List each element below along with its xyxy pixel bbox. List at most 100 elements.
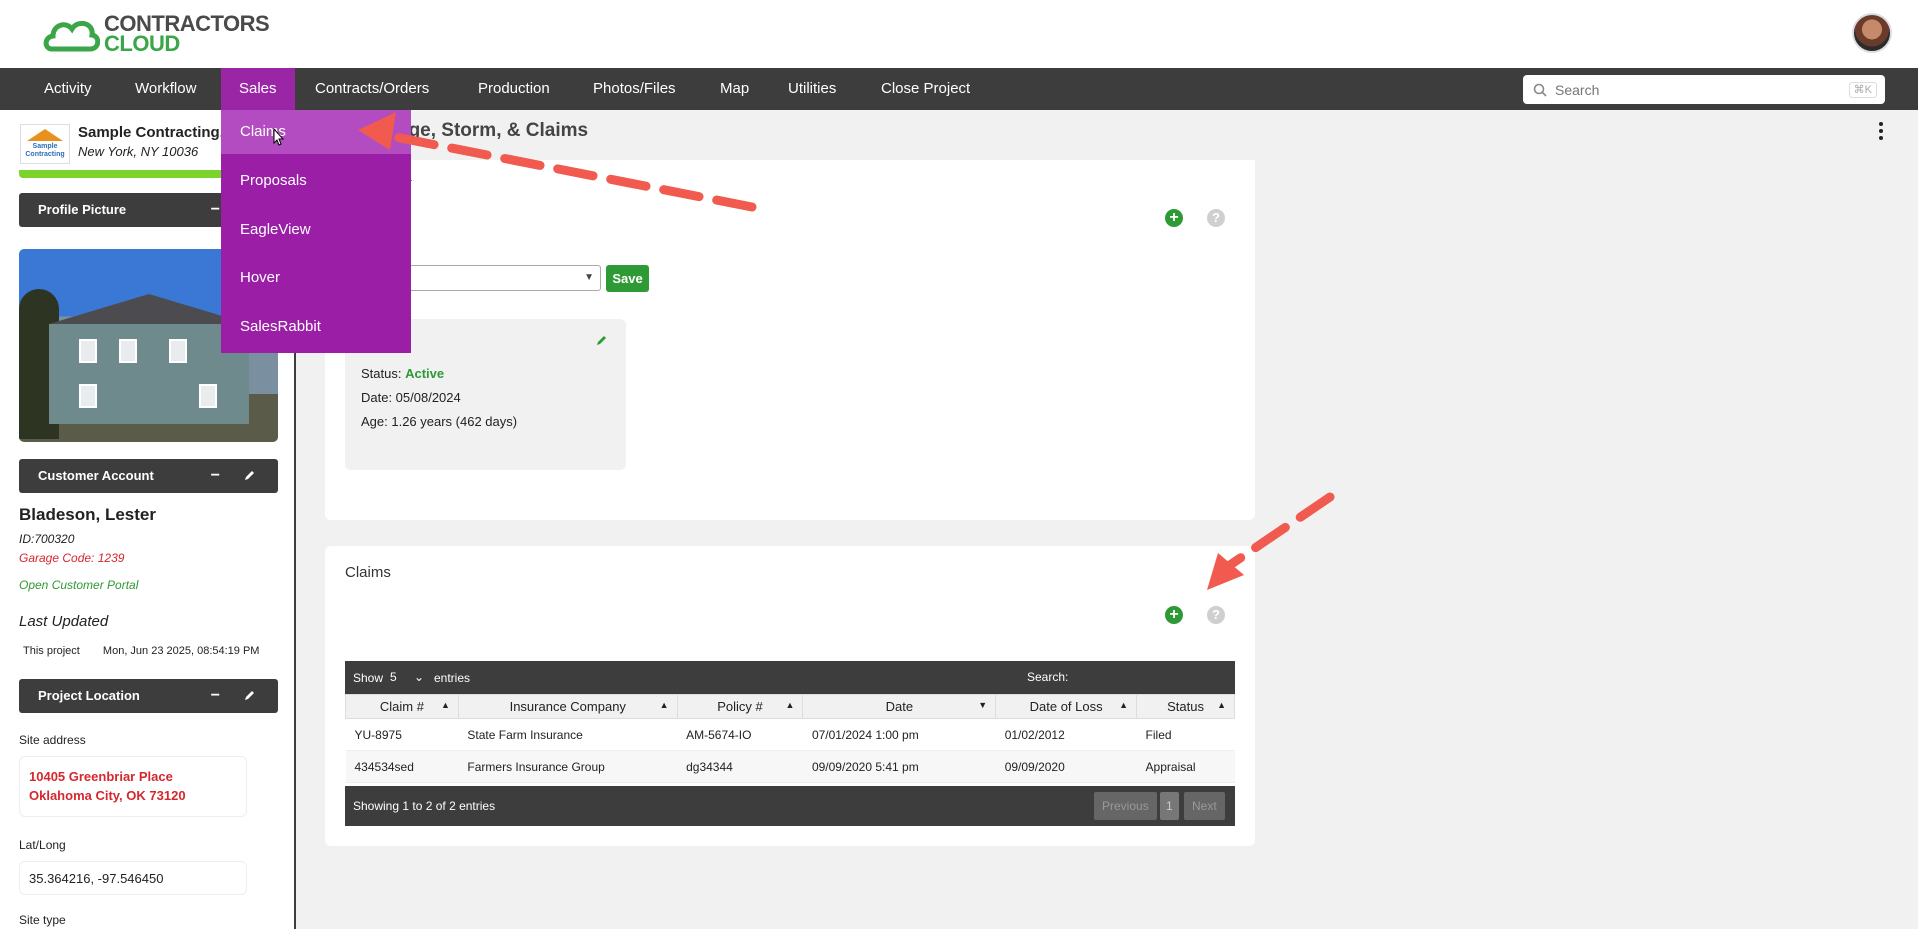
status-cell: Filed bbox=[1136, 718, 1235, 751]
col-status[interactable]: Status ▲ bbox=[1136, 694, 1235, 719]
sort-icon: ▲ bbox=[659, 700, 669, 710]
table-row[interactable]: 434534sed Farmers Insurance Group dg3434… bbox=[345, 750, 1235, 783]
menu-item-proposals[interactable]: Proposals bbox=[221, 159, 411, 203]
address-line-2: Oklahoma City, OK 73120 bbox=[29, 788, 186, 803]
nav-activity[interactable]: Activity bbox=[26, 68, 110, 110]
column-header-label: Policy # bbox=[717, 699, 763, 714]
column-header-label: Claim # bbox=[379, 699, 424, 714]
contractors-cloud-logo[interactable]: CONTRACTORS CLOUD bbox=[42, 13, 270, 56]
col-date[interactable]: Date ▼ bbox=[802, 694, 997, 719]
search-icon bbox=[1533, 83, 1547, 97]
company-logo-text: Sample Contracting bbox=[25, 143, 65, 158]
policy-number-cell: AM-5674-IO bbox=[677, 718, 803, 751]
col-claim-number[interactable]: Claim # ▲ bbox=[345, 694, 459, 719]
nav-contracts-orders[interactable]: Contracts/Orders bbox=[297, 68, 447, 110]
page-size-value: 5 bbox=[390, 670, 397, 684]
entries-label: entries bbox=[434, 671, 471, 685]
table-search-label: Search: bbox=[1027, 670, 1069, 684]
status-line: Status: Active bbox=[361, 362, 610, 386]
date-of-loss-cell: 01/02/2012 bbox=[995, 718, 1137, 751]
insurance-company-cell: State Farm Insurance bbox=[458, 718, 678, 751]
search-shortcut: ⌘K bbox=[1848, 82, 1877, 98]
nav-close-project[interactable]: Close Project bbox=[863, 68, 988, 110]
chevron-down-icon: ⌄ bbox=[414, 670, 425, 684]
logo-line-2: CLOUD bbox=[104, 31, 180, 56]
menu-item-claims[interactable]: Claims bbox=[221, 110, 411, 154]
main-nav: Activity Workflow Sales Contracts/Orders… bbox=[0, 68, 1918, 110]
date-of-loss-cell: 09/09/2020 bbox=[995, 750, 1137, 783]
this-project-label: This project bbox=[23, 645, 80, 657]
chevron-down-icon: ▼ bbox=[584, 272, 594, 283]
site-address-label: Site address bbox=[19, 733, 86, 747]
col-insurance-company[interactable]: Insurance Company ▲ bbox=[457, 694, 678, 719]
previous-button[interactable]: Previous bbox=[1094, 792, 1157, 820]
col-date-of-loss[interactable]: Date of Loss ▲ bbox=[995, 694, 1138, 719]
collapse-icon[interactable]: − bbox=[211, 193, 220, 227]
last-updated-label: Last Updated bbox=[19, 613, 109, 630]
customer-portal-link[interactable]: Open Customer Portal bbox=[19, 578, 138, 592]
company-name: Sample Contracting, bbox=[78, 124, 224, 141]
user-avatar[interactable] bbox=[1852, 13, 1892, 53]
project-location-panel-title: Project Location bbox=[38, 688, 140, 703]
company-header: Sample Contracting Sample Contracting, N… bbox=[20, 124, 224, 164]
pencil-icon[interactable] bbox=[596, 334, 608, 346]
add-icon[interactable]: + bbox=[1165, 209, 1183, 227]
sort-icon: ▼ bbox=[978, 700, 988, 710]
table-info: Showing 1 to 2 of 2 entries bbox=[353, 799, 496, 813]
column-header-label: Date bbox=[885, 699, 914, 714]
help-icon[interactable]: ? bbox=[1207, 209, 1225, 227]
policy-number-cell: dg34344 bbox=[677, 750, 803, 783]
next-button[interactable]: Next bbox=[1184, 792, 1225, 820]
nav-photos-files[interactable]: Photos/Files bbox=[575, 68, 694, 110]
table-row[interactable]: YU-8975 State Farm Insurance AM-5674-IO … bbox=[345, 718, 1235, 751]
customer-id: ID:700320 bbox=[19, 532, 75, 546]
claims-title: Claims bbox=[345, 564, 391, 581]
search-input[interactable] bbox=[1555, 81, 1835, 98]
menu-item-salesrabbit[interactable]: SalesRabbit bbox=[221, 305, 411, 349]
date-line: Date: 05/08/2024 bbox=[361, 390, 461, 405]
nav-sales[interactable]: Sales bbox=[221, 68, 295, 110]
customer-account-panel-title: Customer Account bbox=[38, 468, 154, 483]
age-line: Age: 1.26 years (462 days) bbox=[361, 414, 518, 429]
last-updated-date: Mon, Jun 23 2025, 08:54:19 PM bbox=[102, 645, 260, 657]
help-icon[interactable]: ? bbox=[1207, 606, 1225, 624]
latlong-label: Lat/Long bbox=[19, 838, 66, 852]
company-logo: Sample Contracting bbox=[20, 124, 70, 164]
customer-name: Bladeson, Lester bbox=[19, 505, 156, 524]
collapse-icon[interactable]: − bbox=[211, 459, 220, 493]
nav-utilities[interactable]: Utilities bbox=[770, 68, 854, 110]
top-header: CONTRACTORS CLOUD bbox=[0, 0, 1918, 68]
claim-number-cell[interactable]: YU-8975 bbox=[345, 718, 459, 751]
menu-item-hover[interactable]: Hover bbox=[221, 256, 411, 300]
col-policy-number[interactable]: Policy # ▲ bbox=[676, 694, 804, 719]
profile-picture-panel-title: Profile Picture bbox=[38, 202, 127, 217]
project-location-panel-header[interactable]: Project Location − bbox=[19, 679, 278, 713]
sales-dropdown-menu: Claims Proposals EagleView Hover SalesRa… bbox=[221, 110, 411, 353]
date-cell: 07/01/2024 1:00 pm bbox=[802, 718, 996, 751]
sort-icon: ▲ bbox=[1217, 700, 1226, 710]
site-address-box: 10405 Greenbriar Place Oklahoma City, OK… bbox=[19, 756, 247, 817]
collapse-icon[interactable]: − bbox=[211, 679, 220, 713]
nav-map[interactable]: Map bbox=[702, 68, 767, 110]
sort-icon: ▲ bbox=[440, 700, 450, 710]
claim-number-cell[interactable]: 434534sed bbox=[345, 750, 459, 783]
nav-production[interactable]: Production bbox=[460, 68, 568, 110]
page-size-select[interactable]: 5 ⌄ bbox=[388, 667, 428, 687]
insurance-company-cell: Farmers Insurance Group bbox=[458, 750, 678, 783]
page-1-button[interactable]: 1 bbox=[1160, 792, 1179, 820]
status-value: Active bbox=[405, 366, 445, 381]
storm-select[interactable]: ▼ bbox=[395, 265, 601, 291]
menu-item-eagleview[interactable]: EagleView bbox=[221, 208, 411, 252]
table-footer: Showing 1 to 2 of 2 entries Previous 1 N… bbox=[345, 786, 1235, 826]
pencil-icon[interactable] bbox=[244, 469, 256, 481]
add-claim-icon[interactable]: + bbox=[1165, 606, 1183, 624]
column-header-label: Date of Loss bbox=[1029, 699, 1103, 714]
save-button[interactable]: Save bbox=[606, 265, 649, 292]
customer-account-panel-header[interactable]: Customer Account − bbox=[19, 459, 278, 493]
pencil-icon[interactable] bbox=[244, 689, 256, 701]
global-search[interactable]: ⌘K bbox=[1523, 75, 1885, 104]
status-cell: Appraisal bbox=[1136, 750, 1235, 783]
nav-workflow[interactable]: Workflow bbox=[117, 68, 214, 110]
more-options-icon[interactable] bbox=[1879, 122, 1884, 143]
show-label: Show bbox=[353, 671, 384, 685]
